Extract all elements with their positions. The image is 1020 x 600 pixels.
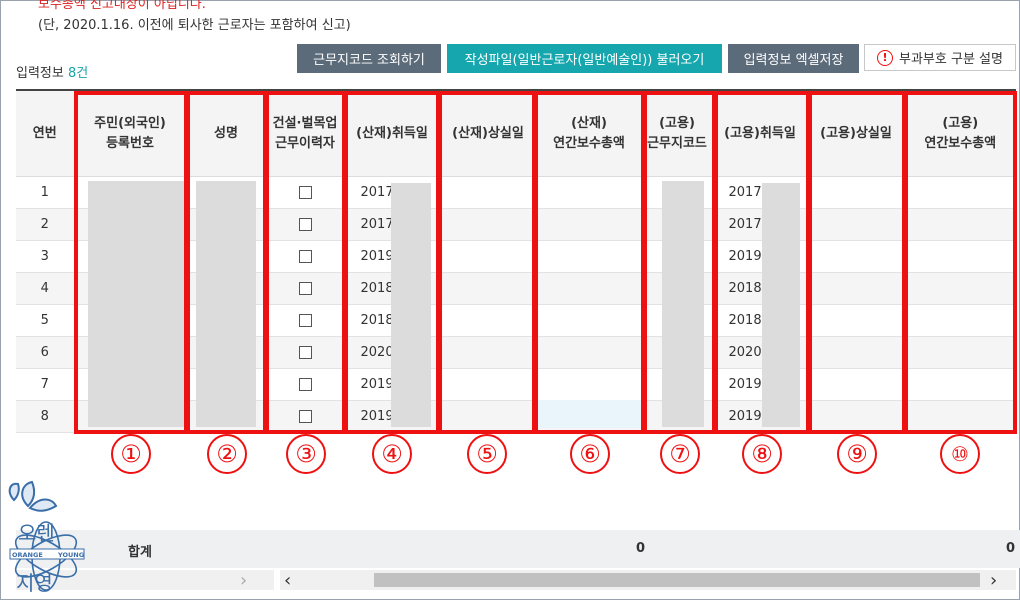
- summary-label: 합계: [128, 545, 152, 560]
- left-scroll-right-arrow[interactable]: ›: [240, 570, 247, 591]
- annotation-box-10: [904, 91, 1017, 434]
- cell-no: 2: [16, 208, 74, 241]
- header-no: 연번: [16, 89, 74, 177]
- annotation-number-7: ⑦: [660, 434, 700, 474]
- annotation-number-2: ②: [207, 434, 247, 474]
- input-info-count: 입력정보 8건: [16, 62, 88, 81]
- logo-band-left: ORANGE: [12, 551, 43, 559]
- logo-text-bottom: 지영: [16, 571, 53, 595]
- notice-red-text: 보수총액 신고대상이 아닙니다.: [38, 0, 206, 12]
- input-info-number: 8건: [67, 66, 89, 81]
- annotation-box-7: [643, 91, 716, 434]
- cell-no: 8: [16, 400, 74, 433]
- annotation-number-4: ④: [372, 434, 412, 474]
- annotation-box-6: [534, 91, 645, 434]
- annotation-box-9: [808, 91, 906, 434]
- explain-button-label: 부과부호 구분 설명: [899, 52, 1003, 67]
- cell-no: 3: [16, 240, 74, 273]
- annotation-box-5: [438, 91, 536, 434]
- warning-icon: !: [877, 49, 894, 66]
- cell-no: 6: [16, 336, 74, 369]
- annotation-box-4: [344, 91, 440, 434]
- input-info-label: 입력정보: [16, 66, 64, 81]
- annotation-number-9: ⑨: [837, 434, 877, 474]
- annotation-box-1: [74, 91, 188, 434]
- explain-button[interactable]: ! 부과부호 구분 설명: [864, 44, 1016, 71]
- annotation-number-6: ⑥: [570, 434, 610, 474]
- cell-no: 7: [16, 368, 74, 401]
- logo-text-top: 오렌: [18, 521, 55, 545]
- annotation-number-8: ⑧: [742, 434, 782, 474]
- annotation-number-5: ⑤: [467, 434, 507, 474]
- annotation-box-8: [714, 91, 810, 434]
- cell-no: 1: [16, 176, 74, 209]
- summary-row: 합계 0 0: [16, 530, 1020, 568]
- load-file-button[interactable]: 작성파일(일반근로자(일반예술인)) 불러오기: [447, 44, 722, 73]
- scroll-left-arrow[interactable]: ‹: [284, 570, 291, 591]
- annotation-number-3: ③: [286, 434, 326, 474]
- annotation-box-2: [186, 91, 267, 434]
- annotation-box-3: [265, 91, 346, 434]
- cell-no: 5: [16, 304, 74, 337]
- notice-text: (단, 2020.1.16. 이전에 퇴사한 근로자는 포함하여 신고): [38, 18, 351, 33]
- logo-band-right: YOUNG: [57, 551, 84, 559]
- summary-sanjae-total: 0: [636, 541, 646, 556]
- orange-young-logo: 오렌 지영 ORANGE YOUNG: [8, 480, 85, 595]
- scroll-right-arrow[interactable]: ›: [990, 570, 997, 591]
- annotation-number-10: ⑩: [940, 434, 980, 474]
- summary-goyong-total: 0: [1006, 541, 1016, 556]
- scrollbar-thumb[interactable]: [374, 573, 980, 587]
- workplace-code-button[interactable]: 근무지코드 조회하기: [297, 44, 441, 73]
- annotation-number-1: ①: [111, 434, 151, 474]
- excel-save-button[interactable]: 입력정보 엑셀저장: [728, 44, 859, 73]
- cell-no: 4: [16, 272, 74, 305]
